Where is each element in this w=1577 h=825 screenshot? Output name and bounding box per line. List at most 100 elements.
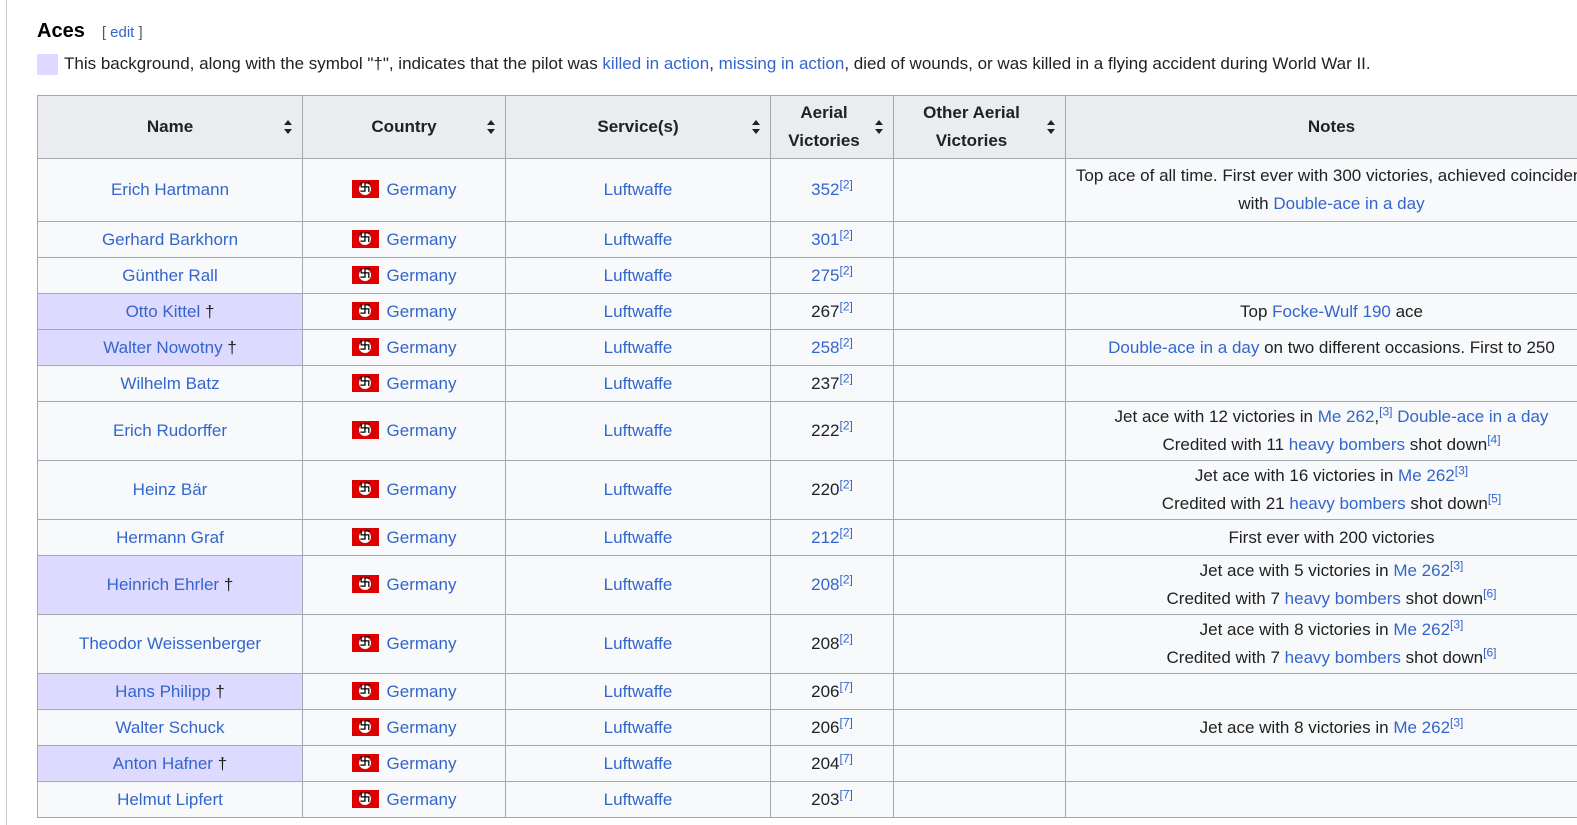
reference-link[interactable]: [2] (840, 299, 853, 313)
reference-link[interactable]: [3] (1379, 404, 1392, 418)
country-link[interactable]: Germany (387, 718, 457, 737)
reference-link[interactable]: [2] (840, 418, 853, 432)
column-header-other-aerial-victories[interactable]: Other Aerial Victories (893, 95, 1066, 159)
pilot-name-link[interactable]: Otto Kittel (126, 302, 201, 321)
reference-link[interactable]: [2] (840, 263, 853, 277)
reference-link[interactable]: [2] (840, 572, 853, 586)
notes-link[interactable]: heavy bombers (1285, 648, 1401, 667)
reference-link[interactable]: [3] (1450, 715, 1463, 729)
reference-link[interactable]: [6] (1483, 645, 1496, 659)
reference-link[interactable]: [3] (1450, 617, 1463, 631)
reference-link[interactable]: [2] (840, 227, 853, 241)
pilot-name-link[interactable]: Erich Hartmann (111, 180, 229, 199)
country-link[interactable]: Germany (387, 266, 457, 285)
column-header-services[interactable]: Service(s) (505, 95, 771, 159)
service-link[interactable]: Luftwaffe (604, 230, 673, 249)
service-link[interactable]: Luftwaffe (604, 180, 673, 199)
reference-link[interactable]: [2] (840, 335, 853, 349)
notes-link[interactable]: Double-ace in a day (1273, 194, 1424, 213)
service-link[interactable]: Luftwaffe (604, 754, 673, 773)
reference-link[interactable]: [3] (1450, 715, 1463, 729)
country-link[interactable]: Germany (387, 421, 457, 440)
country-link[interactable]: Germany (387, 682, 457, 701)
notes-link[interactable]: Me 262 (1398, 466, 1455, 485)
reference-link[interactable]: [2] (840, 572, 853, 586)
reference-link[interactable]: [3] (1455, 463, 1468, 477)
reference-link[interactable]: [2] (840, 631, 853, 645)
pilot-name-link[interactable]: Heinrich Ehrler (107, 575, 219, 594)
service-link[interactable]: Luftwaffe (604, 480, 673, 499)
pilot-name-link[interactable]: Theodor Weissenberger (79, 634, 261, 653)
reference-link[interactable]: [7] (840, 751, 853, 765)
reference-link[interactable]: [6] (1483, 586, 1496, 600)
column-header-country[interactable]: Country (302, 95, 506, 159)
reference-link[interactable]: [2] (840, 371, 853, 385)
reference-link[interactable]: [2] (840, 263, 853, 277)
reference-link[interactable]: [2] (840, 371, 853, 385)
pilot-name-link[interactable]: Hans Philipp (115, 682, 210, 701)
reference-link[interactable]: [6] (1483, 586, 1496, 600)
sort-icon[interactable] (752, 120, 760, 134)
country-link[interactable]: Germany (387, 180, 457, 199)
country-link[interactable]: Germany (387, 338, 457, 357)
reference-link[interactable]: [7] (840, 787, 853, 801)
reference-link[interactable]: [7] (840, 715, 853, 729)
service-link[interactable]: Luftwaffe (604, 374, 673, 393)
reference-link[interactable]: [2] (840, 177, 853, 191)
country-link[interactable]: Germany (387, 634, 457, 653)
reference-link[interactable]: [4] (1487, 432, 1500, 446)
notes-link[interactable]: heavy bombers (1289, 494, 1405, 513)
country-link[interactable]: Germany (387, 480, 457, 499)
country-link[interactable]: Germany (387, 790, 457, 809)
reference-link[interactable]: [2] (840, 477, 853, 491)
reference-link[interactable]: [7] (840, 679, 853, 693)
reference-link[interactable]: [7] (840, 679, 853, 693)
pilot-name-link[interactable]: Günther Rall (122, 266, 217, 285)
victories-link[interactable]: 275 (811, 266, 839, 285)
reference-link[interactable]: [2] (840, 299, 853, 313)
country-link[interactable]: Germany (387, 754, 457, 773)
notes-link[interactable]: Focke-Wulf 190 (1272, 302, 1391, 321)
service-link[interactable]: Luftwaffe (604, 682, 673, 701)
reference-link[interactable]: [2] (840, 477, 853, 491)
country-link[interactable]: Germany (387, 575, 457, 594)
pilot-name-link[interactable]: Wilhelm Batz (120, 374, 219, 393)
reference-link[interactable]: [5] (1488, 491, 1501, 505)
column-header-aerial-victories[interactable]: Aerial Victories (770, 95, 894, 159)
reference-link[interactable]: [3] (1450, 617, 1463, 631)
victories-link[interactable]: 212 (811, 528, 839, 547)
sort-icon[interactable] (1047, 120, 1055, 134)
reference-link[interactable]: [3] (1379, 404, 1392, 418)
service-link[interactable]: Luftwaffe (604, 718, 673, 737)
reference-link[interactable]: [2] (840, 418, 853, 432)
sort-icon[interactable] (487, 120, 495, 134)
reference-link[interactable]: [5] (1488, 491, 1501, 505)
edit-link[interactable]: edit (110, 24, 134, 41)
pilot-name-link[interactable]: Erich Rudorffer (113, 421, 227, 440)
reference-link[interactable]: [3] (1450, 558, 1463, 572)
service-link[interactable]: Luftwaffe (604, 266, 673, 285)
missing-in-action-link[interactable]: missing in action (719, 54, 845, 73)
sort-icon[interactable] (284, 120, 292, 134)
country-link[interactable]: Germany (387, 302, 457, 321)
victories-link[interactable]: 352 (811, 180, 839, 199)
reference-link[interactable]: [7] (840, 751, 853, 765)
victories-link[interactable]: 258 (811, 338, 839, 357)
pilot-name-link[interactable]: Helmut Lipfert (117, 790, 223, 809)
notes-link[interactable]: Me 262 (1393, 561, 1450, 580)
pilot-name-link[interactable]: Hermann Graf (116, 528, 224, 547)
pilot-name-link[interactable]: Walter Schuck (116, 718, 225, 737)
notes-link[interactable]: heavy bombers (1285, 589, 1401, 608)
service-link[interactable]: Luftwaffe (604, 421, 673, 440)
victories-link[interactable]: 301 (811, 230, 839, 249)
pilot-name-link[interactable]: Walter Nowotny (103, 338, 222, 357)
reference-link[interactable]: [7] (840, 715, 853, 729)
pilot-name-link[interactable]: Gerhard Barkhorn (102, 230, 238, 249)
reference-link[interactable]: [2] (840, 525, 853, 539)
notes-link[interactable]: Me 262 (1393, 718, 1450, 737)
notes-link[interactable]: Double-ace in a day (1108, 338, 1259, 357)
victories-link[interactable]: 208 (811, 575, 839, 594)
service-link[interactable]: Luftwaffe (604, 338, 673, 357)
pilot-name-link[interactable]: Heinz Bär (133, 480, 208, 499)
notes-link[interactable]: heavy bombers (1289, 435, 1405, 454)
